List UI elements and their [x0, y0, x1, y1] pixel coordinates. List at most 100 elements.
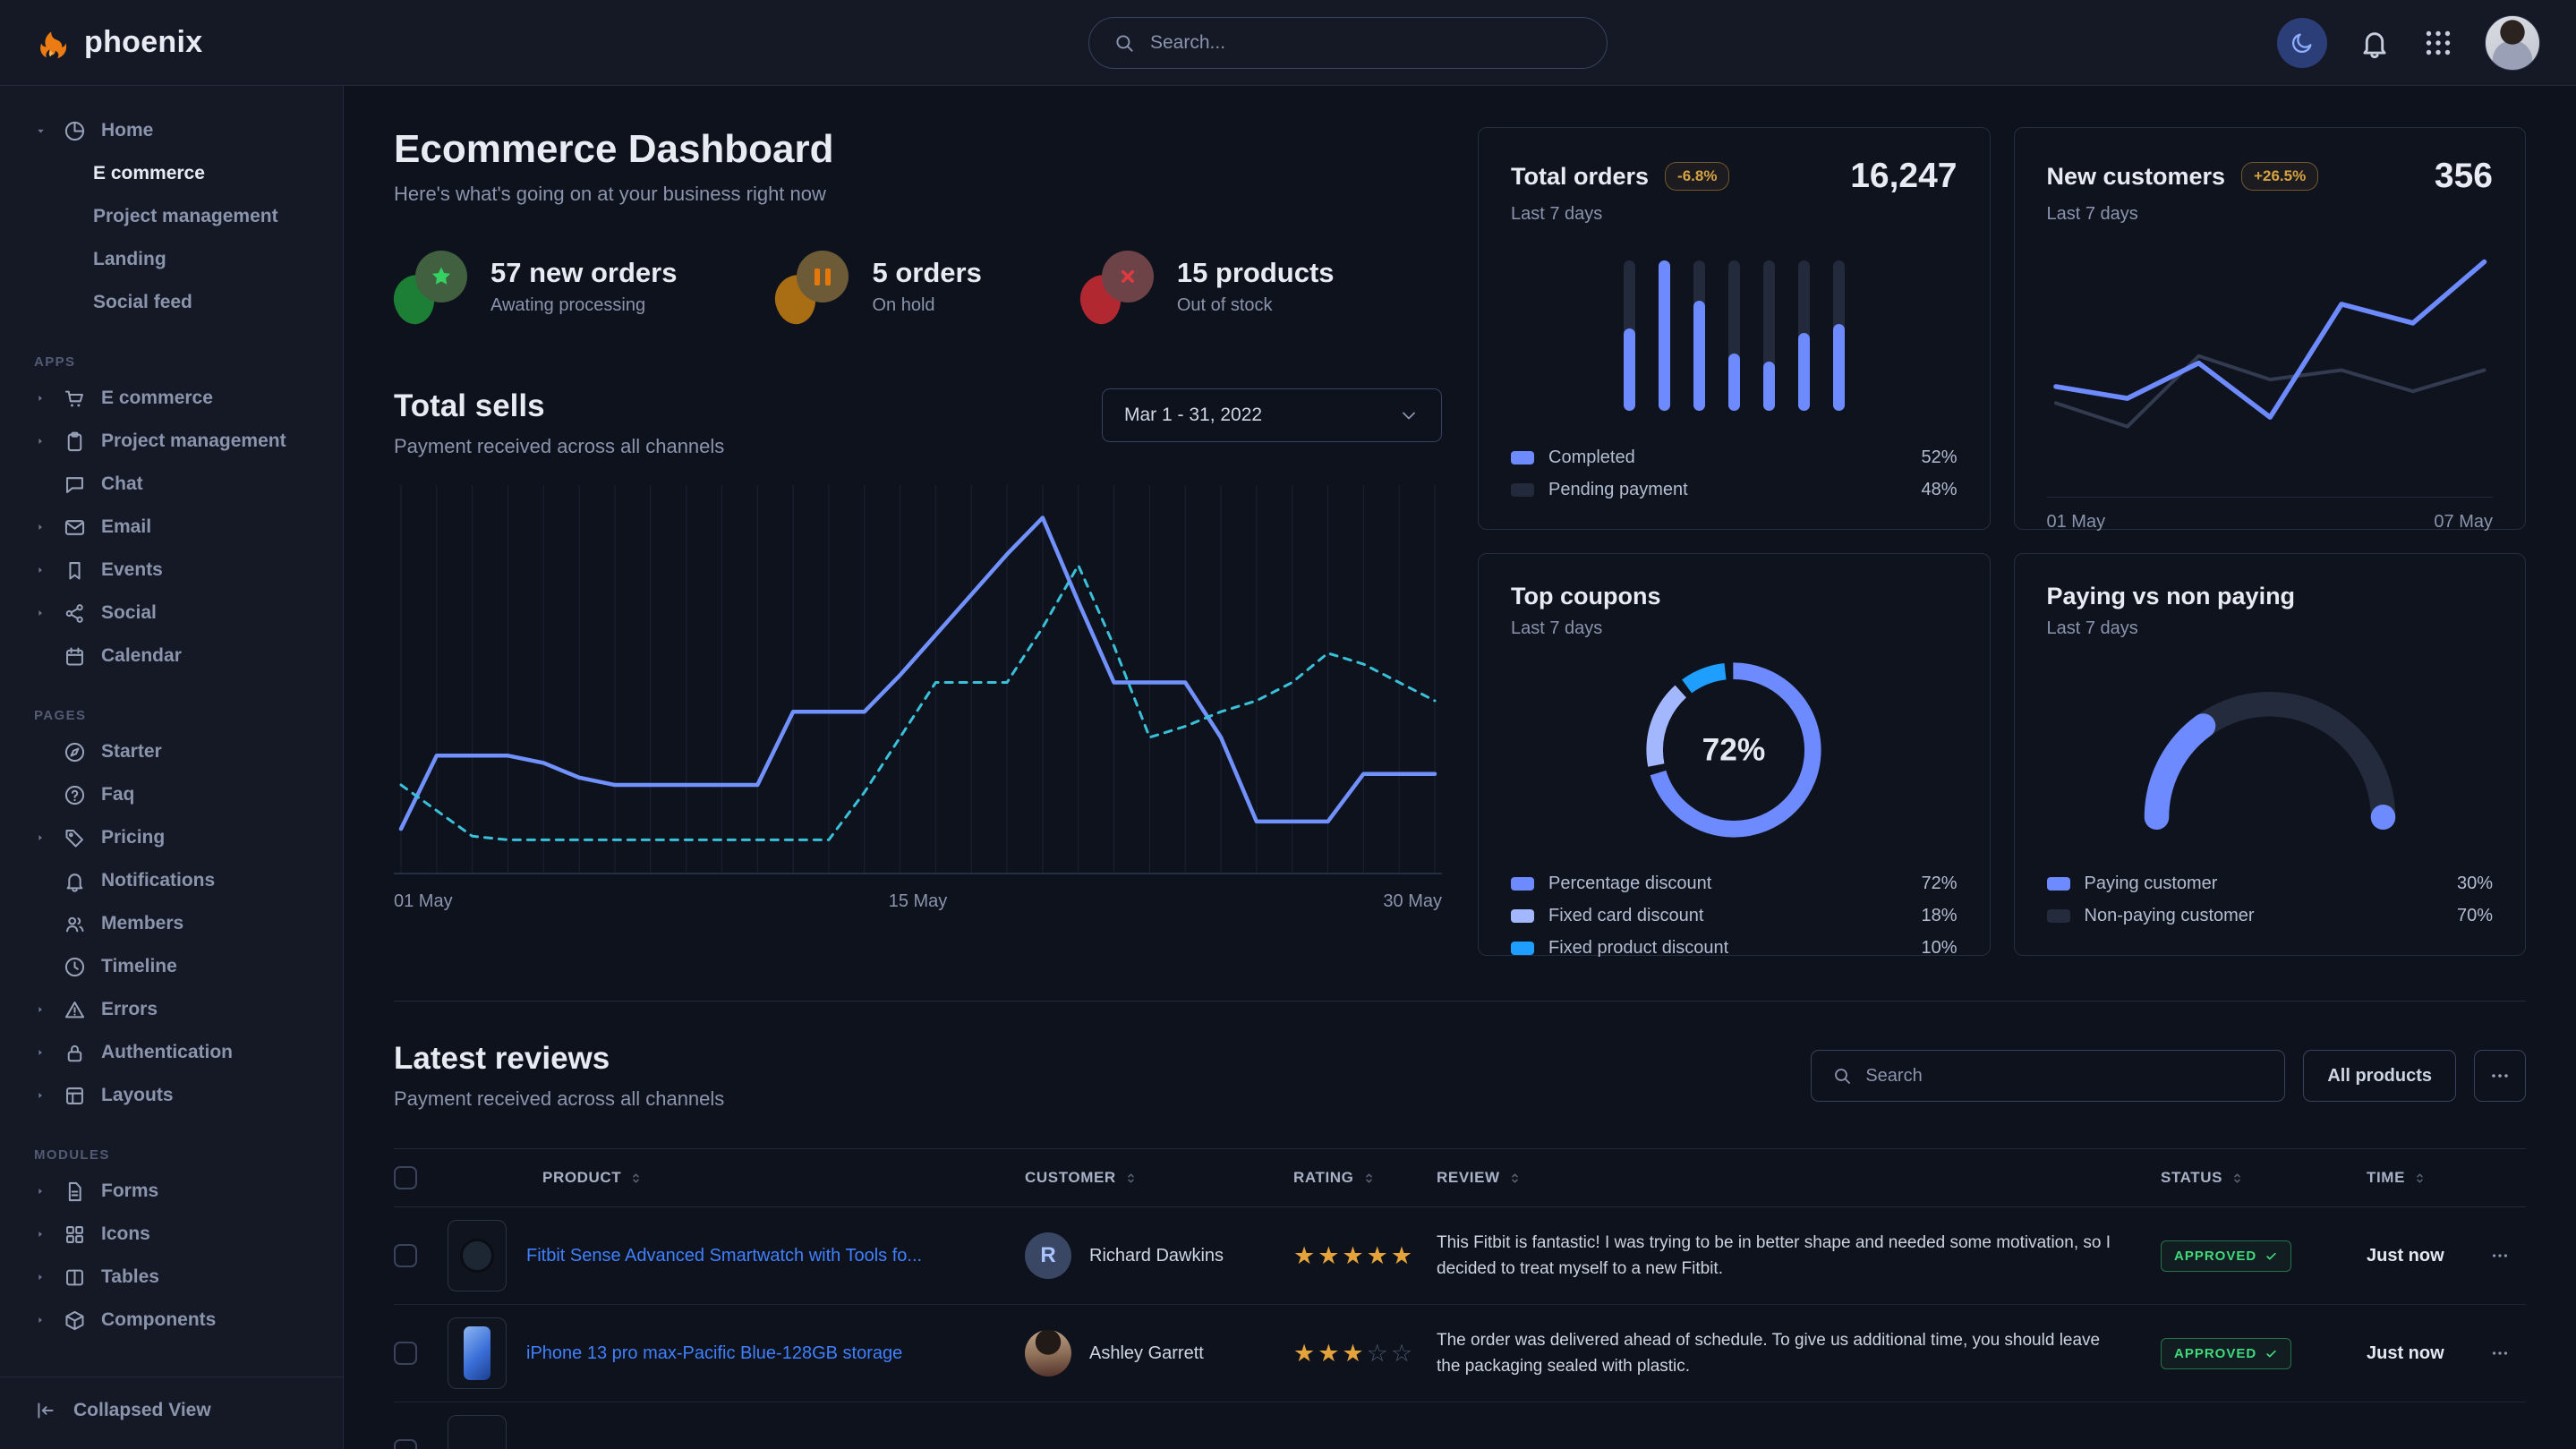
compass-icon: [63, 740, 87, 764]
mail-icon: [63, 516, 87, 540]
product-link[interactable]: Fitbit Sense Advanced Smartwatch with To…: [526, 1246, 922, 1266]
collapsed-view-toggle[interactable]: Collapsed View: [0, 1377, 343, 1449]
sidebar-item-e-commerce[interactable]: E commerce: [0, 152, 343, 195]
sidebar-item-social[interactable]: Social: [0, 592, 343, 635]
caret-right-icon: [34, 1271, 47, 1283]
caret-right-icon: [34, 1228, 47, 1240]
caret-right-icon: [34, 1271, 48, 1283]
reviews-search[interactable]: [1811, 1050, 2285, 1102]
sidebar-item-icons[interactable]: Icons: [0, 1213, 343, 1256]
caret-right-icon: [34, 831, 47, 844]
caret-right-icon: [34, 831, 48, 844]
reviews-more-button[interactable]: [2474, 1050, 2526, 1102]
order-bar: [1693, 260, 1705, 411]
sidebar-item-authentication[interactable]: Authentication: [0, 1031, 343, 1074]
cart-icon: [63, 387, 87, 411]
sidebar-item-components[interactable]: Components: [0, 1299, 343, 1342]
user-avatar[interactable]: [2485, 15, 2540, 71]
column-header-rating[interactable]: RATING: [1293, 1169, 1437, 1187]
sidebar-item-starter[interactable]: Starter: [0, 730, 343, 773]
legend-value: 18%: [1921, 906, 1957, 926]
bookmark-icon: [63, 558, 87, 583]
sidebar-item-members[interactable]: Members: [0, 902, 343, 945]
watch-image: [460, 1239, 494, 1273]
review-row: Fitbit Sense Advanced Smartwatch with To…: [394, 1207, 2526, 1305]
sidebar: HomeE commerceProject managementLandingS…: [0, 86, 344, 1449]
row-checkbox[interactable]: [394, 1244, 417, 1267]
tag-icon: [63, 826, 87, 850]
all-products-button[interactable]: All products: [2303, 1050, 2456, 1102]
caret-down-icon: [34, 124, 48, 138]
sidebar-item-faq[interactable]: Faq: [0, 773, 343, 816]
sidebar-item-forms[interactable]: Forms: [0, 1170, 343, 1213]
column-label: STATUS: [2161, 1169, 2222, 1187]
column-label: PRODUCT: [542, 1169, 621, 1187]
card-title: Top coupons: [1511, 583, 1660, 610]
sidebar-item-label: Components: [101, 1309, 216, 1331]
order-bar: [1833, 260, 1845, 411]
sidebar-item-project-management[interactable]: Project management: [0, 420, 343, 463]
date-range-select[interactable]: Mar 1 - 31, 2022: [1102, 388, 1442, 442]
apps-grid-button[interactable]: [2422, 27, 2454, 59]
chat-icon: [63, 473, 87, 497]
column-header-customer[interactable]: CUSTOMER: [1025, 1169, 1293, 1187]
card-caption: Last 7 days: [2047, 618, 2494, 639]
row-actions-button[interactable]: [2474, 1343, 2526, 1363]
dark-mode-toggle[interactable]: [2277, 18, 2327, 68]
sidebar-item-email[interactable]: Email: [0, 506, 343, 549]
kpi-cards: Total orders -6.8% 16,247 Last 7 days Co…: [1478, 127, 2526, 956]
column-label: TIME: [2367, 1169, 2405, 1187]
notifications-button[interactable]: [2358, 26, 2392, 60]
layout-icon: [63, 1084, 87, 1108]
sidebar-item-e-commerce[interactable]: E commerce: [0, 377, 343, 420]
sidebar-item-label: Email: [101, 516, 151, 538]
sidebar-item-social-feed[interactable]: Social feed: [0, 281, 343, 324]
caret-right-icon: [34, 1314, 47, 1326]
column-header-time[interactable]: TIME: [2367, 1169, 2474, 1187]
quick-stat-caption: On hold: [872, 295, 981, 316]
reviews-search-input[interactable]: [1865, 1066, 2265, 1087]
quick-stat-value: 57 new orders: [490, 257, 677, 289]
reviews-table-header: PRODUCT CUSTOMERRATINGREVIEWSTATUS TIME: [394, 1148, 2526, 1207]
global-search[interactable]: [1088, 17, 1608, 69]
sidebar-item-notifications[interactable]: Notifications: [0, 859, 343, 902]
sidebar-item-label: Notifications: [101, 870, 215, 891]
sidebar-item-errors[interactable]: Errors: [0, 988, 343, 1031]
sidebar-item-events[interactable]: Events: [0, 549, 343, 592]
legend-row: Fixed card discount18%: [1511, 906, 1958, 926]
sidebar-item-pricing[interactable]: Pricing: [0, 816, 343, 859]
product-link[interactable]: iPhone 13 pro max-Pacific Blue-128GB sto…: [526, 1343, 902, 1364]
global-search-input[interactable]: [1150, 32, 1583, 54]
sidebar-section-label: MODULES: [34, 1147, 343, 1163]
sidebar-item-tables[interactable]: Tables: [0, 1256, 343, 1299]
sort-icon: [2230, 1171, 2245, 1186]
stat-circle: [797, 251, 849, 303]
phone-image: [464, 1326, 490, 1380]
sort-icon: [1507, 1171, 1523, 1186]
sidebar-item-timeline[interactable]: Timeline: [0, 945, 343, 988]
sidebar-item-label: E commerce: [101, 388, 213, 409]
sidebar-item-layouts[interactable]: Layouts: [0, 1074, 343, 1117]
brand-name: phoenix: [84, 25, 202, 60]
column-header-product[interactable]: PRODUCT: [448, 1169, 1025, 1187]
new-customers-value: 356: [2435, 157, 2493, 196]
quick-stat: 57 new ordersAwating processing: [394, 247, 677, 326]
sidebar-item-chat[interactable]: Chat: [0, 463, 343, 506]
sidebar-item-project-management[interactable]: Project management: [0, 195, 343, 238]
column-header-status[interactable]: STATUS: [2161, 1169, 2367, 1187]
sidebar-item-calendar[interactable]: Calendar: [0, 635, 343, 678]
quick-stat-text: 5 ordersOn hold: [872, 257, 981, 316]
row-checkbox[interactable]: [394, 1439, 417, 1449]
row-actions-button[interactable]: [2474, 1246, 2526, 1266]
top-coupons-card: Top coupons Last 7 days 72% Percentage d…: [1478, 553, 1991, 956]
row-checkbox[interactable]: [394, 1342, 417, 1365]
legend-label: Non-paying customer: [2085, 906, 2255, 926]
sidebar-group-home[interactable]: Home: [0, 109, 343, 152]
review-text: This Fitbit is fantastic! I was trying t…: [1437, 1230, 2161, 1283]
brand[interactable]: phoenix: [36, 25, 344, 61]
caret-right-icon: [34, 435, 47, 447]
bar-completed: [1763, 362, 1775, 411]
column-header-review[interactable]: REVIEW: [1437, 1169, 2161, 1187]
sidebar-item-landing[interactable]: Landing: [0, 238, 343, 281]
select-all-checkbox[interactable]: [394, 1166, 417, 1189]
